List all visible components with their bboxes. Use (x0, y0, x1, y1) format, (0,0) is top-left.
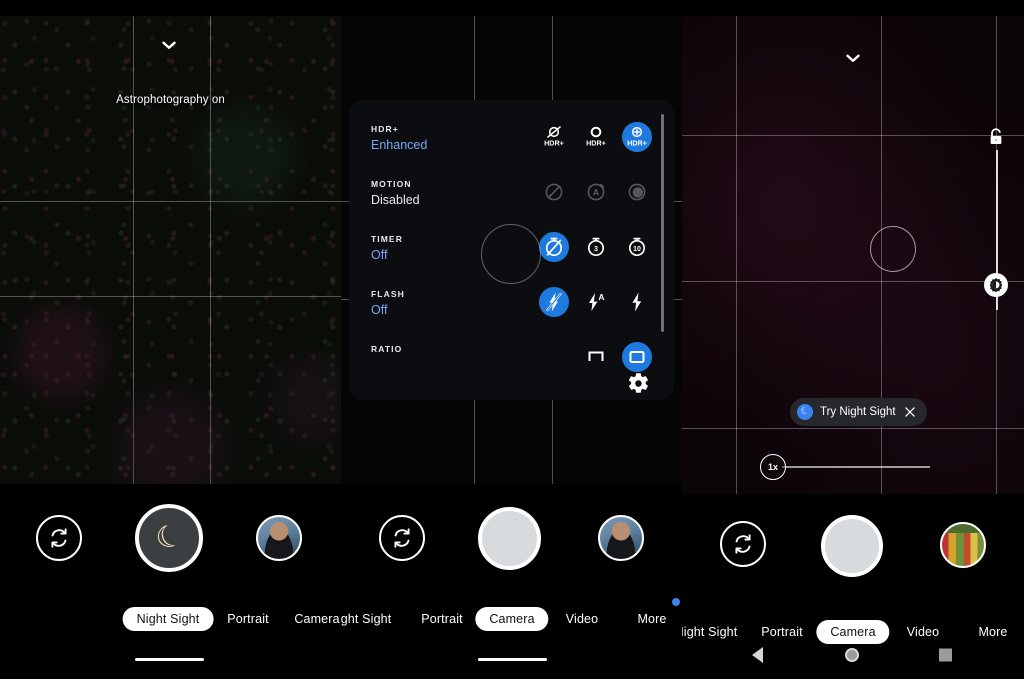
ratio-4-3-icon[interactable] (622, 342, 652, 372)
settings-row-motion: MOTION Disabled A (349, 173, 674, 228)
phone-screenshot-night-sight: Astrophotography on ☾ Night Sight Portra… (0, 0, 341, 679)
motion-off-icon[interactable] (539, 177, 569, 207)
row-value-timer: Off (371, 248, 388, 262)
flash-on-icon[interactable] (622, 287, 652, 317)
chip-label: Try Night Sight (820, 406, 896, 418)
zoom-level-handle[interactable]: 1x (760, 454, 786, 480)
mode-more[interactable]: More (637, 612, 666, 626)
hdr-on-icon[interactable]: HDR+ (581, 122, 611, 152)
svg-text:HDR+: HDR+ (544, 139, 564, 148)
shutter-button-night-sight[interactable]: ☾ (135, 504, 203, 572)
row-label-hdr: HDR+ (371, 124, 399, 134)
mode-strip: Night Sight Portrait Camera (0, 606, 341, 632)
mode-portrait[interactable]: Portrait (421, 612, 463, 626)
focus-ring (870, 226, 916, 272)
row-label-flash: FLASH (371, 289, 405, 299)
close-icon[interactable] (903, 405, 917, 419)
phone-screenshot-try-night-sight: ☾ Try Night Sight 1x Nigh (682, 0, 1024, 679)
panel-scrollbar[interactable] (661, 114, 664, 332)
mode-camera[interactable]: Camera (475, 607, 549, 631)
home-circle-icon[interactable] (845, 648, 859, 662)
svg-text:HDR+: HDR+ (627, 139, 647, 148)
try-night-sight-chip[interactable]: ☾ Try Night Sight (790, 398, 927, 426)
zoom-level-label: 1x (767, 462, 778, 472)
flip-camera-button[interactable] (720, 521, 766, 567)
astrophotography-status: Astrophotography on (116, 94, 225, 106)
shutter-button[interactable] (478, 507, 541, 570)
row-value-flash: Off (371, 303, 388, 317)
chevron-down-icon[interactable] (842, 47, 864, 69)
three-phone-screenshot-composite: Astrophotography on ☾ Night Sight Portra… (0, 0, 1024, 679)
hdr-enhanced-icon[interactable]: HDR+ (622, 122, 652, 152)
bottom-control-bar: ☾ Night Sight Portrait Camera (0, 484, 341, 679)
camera-settings-panel[interactable]: HDR+ Enhanced HDR+ HDR+ HDR+ MOTION Disa… (349, 100, 674, 400)
svg-text:10: 10 (633, 246, 641, 253)
gallery-thumbnail[interactable] (256, 515, 302, 561)
back-triangle-icon[interactable] (752, 647, 763, 663)
motion-auto-icon[interactable]: A (581, 177, 611, 207)
home-indicator[interactable] (478, 658, 547, 661)
motion-on-icon[interactable] (622, 177, 652, 207)
mode-camera[interactable]: Camera (294, 612, 339, 626)
gear-icon[interactable] (625, 370, 651, 396)
mode-video[interactable]: Video (566, 612, 599, 626)
settings-row-hdr: HDR+ Enhanced HDR+ HDR+ HDR+ (349, 118, 674, 173)
settings-row-flash: FLASH Off A (349, 283, 674, 338)
flash-auto-icon[interactable]: A (581, 287, 611, 317)
recents-square-icon[interactable] (939, 648, 952, 662)
exposure-slider-handle[interactable] (984, 273, 1008, 297)
row-value-motion: Disabled (371, 193, 420, 207)
timer-3s-icon[interactable]: 3 (581, 232, 611, 262)
timer-off-icon[interactable] (539, 232, 569, 262)
viewfinder-preview[interactable] (0, 16, 341, 484)
gallery-thumbnail[interactable] (598, 515, 644, 561)
mode-night-sight[interactable]: Night Sight (341, 612, 391, 626)
bottom-control-bar: Night Sight Portrait Camera Video More (682, 494, 1024, 679)
moon-icon: ☾ (150, 517, 188, 558)
zoom-slider-track[interactable] (782, 466, 930, 468)
svg-text:A: A (593, 188, 600, 198)
mode-portrait[interactable]: Portrait (227, 612, 269, 626)
focus-ring (481, 224, 541, 284)
timer-10s-icon[interactable]: 10 (622, 232, 652, 262)
row-label-ratio: RATIO (371, 344, 403, 354)
more-notification-badge (672, 598, 680, 606)
svg-text:3: 3 (594, 246, 598, 253)
row-label-timer: TIMER (371, 234, 403, 244)
shutter-button[interactable] (821, 515, 883, 577)
bottom-control-bar: Night Sight Portrait Camera Video More (341, 484, 682, 679)
grid-overlay (0, 16, 341, 484)
android-navigation-bar (682, 637, 1024, 673)
svg-text:HDR+: HDR+ (586, 139, 606, 148)
ratio-16-9-icon[interactable] (581, 342, 611, 372)
flip-camera-button[interactable] (379, 515, 425, 561)
home-indicator[interactable] (135, 658, 204, 661)
row-label-motion: MOTION (371, 179, 412, 189)
moon-icon: ☾ (797, 404, 813, 420)
hdr-off-icon[interactable]: HDR+ (539, 122, 569, 152)
ae-af-lock-icon[interactable] (987, 127, 1005, 147)
gallery-thumbnail[interactable] (940, 522, 986, 568)
chevron-down-icon[interactable] (158, 34, 180, 56)
flash-off-icon[interactable] (539, 287, 569, 317)
row-value-hdr: Enhanced (371, 138, 428, 152)
phone-screenshot-settings-open: HDR+ Enhanced HDR+ HDR+ HDR+ MOTION Disa… (341, 0, 682, 679)
flip-camera-button[interactable] (36, 515, 82, 561)
mode-strip: Night Sight Portrait Camera Video More (341, 598, 682, 632)
mode-night-sight[interactable]: Night Sight (122, 607, 214, 631)
svg-text:A: A (598, 292, 604, 302)
